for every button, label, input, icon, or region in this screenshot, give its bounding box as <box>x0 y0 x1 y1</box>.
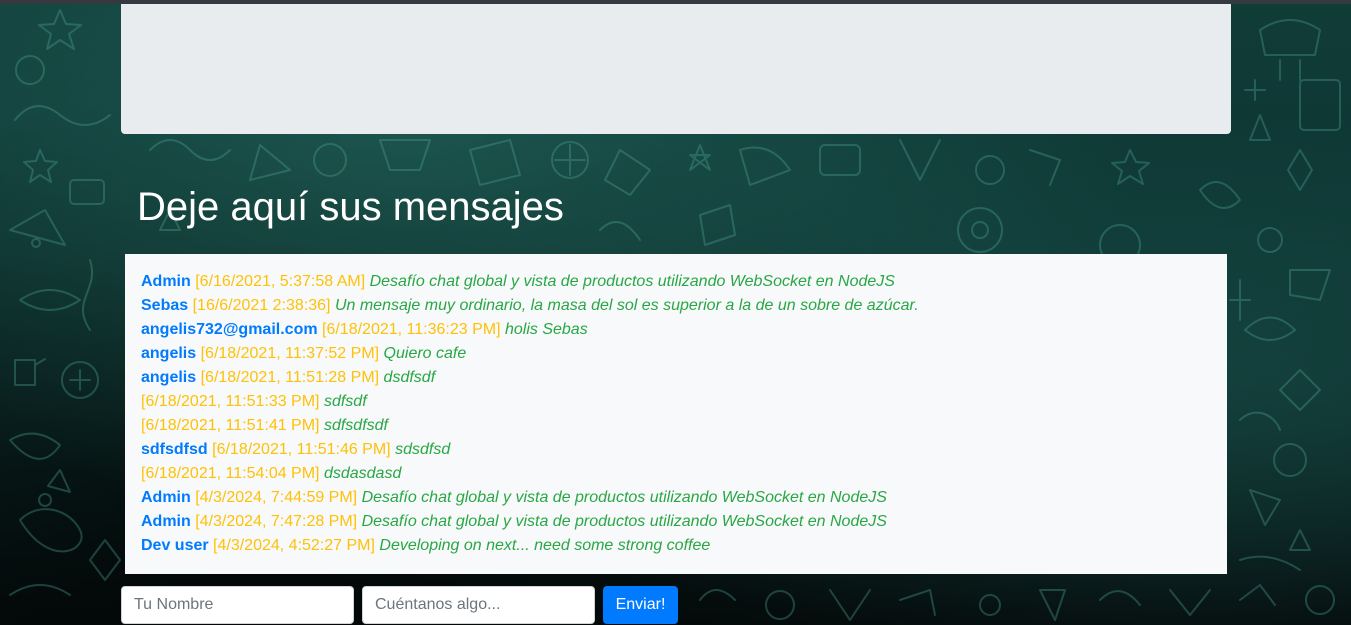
message-text: dsdasdasd <box>323 465 402 482</box>
message-author: Admin <box>141 513 191 530</box>
chat-messages-panel: Admin [6/16/2021, 5:37:58 AM] Desafío ch… <box>125 254 1227 574</box>
message-text: sdfsdfsdf <box>323 417 388 434</box>
message-timestamp: [6/18/2021, 11:51:33 PM] <box>141 393 320 410</box>
message-text: Desafío chat global y vista de productos… <box>369 273 895 290</box>
message-author: sdfsdfsd <box>141 441 208 458</box>
message-author: angelis <box>141 369 197 386</box>
message-timestamp: [6/18/2021, 11:51:46 PM] <box>212 441 391 458</box>
message-text: Un mensaje muy ordinario, la masa del so… <box>334 297 919 314</box>
chat-message: sdfsdfsd [6/18/2021, 11:51:46 PM] sdsdfs… <box>141 438 1211 462</box>
message-text: holis Sebas <box>504 321 588 338</box>
message-author: Sebas <box>141 297 189 314</box>
message-text: Desafío chat global y vista de productos… <box>361 489 887 506</box>
chat-message: angelis [6/18/2021, 11:37:52 PM] Quiero … <box>141 342 1211 366</box>
chat-message: Sebas [16/6/2021 2:38:36] Un mensaje muy… <box>141 294 1211 318</box>
message-text: sdfsdf <box>323 393 367 410</box>
name-input[interactable] <box>121 586 354 624</box>
message-author: Admin <box>141 489 191 506</box>
chat-message: [6/18/2021, 11:54:04 PM] dsdasdasd <box>141 462 1211 486</box>
send-button[interactable]: Enviar! <box>603 586 678 624</box>
header-jumbotron <box>121 4 1231 134</box>
chat-message: angelis [6/18/2021, 11:51:28 PM] dsdfsdf <box>141 366 1211 390</box>
chat-message: Dev user [4/3/2024, 4:52:27 PM] Developi… <box>141 534 1211 558</box>
message-author: Dev user <box>141 537 209 554</box>
message-timestamp: [6/16/2021, 5:37:58 AM] <box>195 273 366 290</box>
message-timestamp: [6/18/2021, 11:36:23 PM] <box>322 321 501 338</box>
message-timestamp: [4/3/2024, 4:52:27 PM] <box>213 537 375 554</box>
chat-section-title: Deje aquí sus mensajes <box>137 185 564 229</box>
message-timestamp: [6/18/2021, 11:54:04 PM] <box>141 465 320 482</box>
message-timestamp: [6/18/2021, 11:37:52 PM] <box>200 345 380 362</box>
message-timestamp: [6/18/2021, 11:51:28 PM] <box>200 369 380 386</box>
message-text: Quiero cafe <box>383 345 467 362</box>
message-text: sdsdfsd <box>395 441 451 458</box>
message-author: Admin <box>141 273 191 290</box>
chat-message: angelis732@gmail.com [6/18/2021, 11:36:2… <box>141 318 1211 342</box>
message-author: angelis732@gmail.com <box>141 321 318 338</box>
message-timestamp: [4/3/2024, 7:47:28 PM] <box>195 513 358 530</box>
chat-message: Admin [4/3/2024, 7:47:28 PM] Desafío cha… <box>141 510 1211 534</box>
message-text: Desafío chat global y vista de productos… <box>361 513 887 530</box>
message-timestamp: [16/6/2021 2:38:36] <box>192 297 331 314</box>
chat-message: Admin [4/3/2024, 7:44:59 PM] Desafío cha… <box>141 486 1211 510</box>
message-timestamp: [4/3/2024, 7:44:59 PM] <box>195 489 358 506</box>
chat-message: Admin [6/16/2021, 5:37:58 AM] Desafío ch… <box>141 270 1211 294</box>
message-text: Developing on next... need some strong c… <box>379 537 711 554</box>
message-input[interactable] <box>362 586 595 624</box>
message-timestamp: [6/18/2021, 11:51:41 PM] <box>141 417 320 434</box>
message-author: angelis <box>141 345 197 362</box>
chat-message: [6/18/2021, 11:51:41 PM] sdfsdfsdf <box>141 414 1211 438</box>
chat-message: [6/18/2021, 11:51:33 PM] sdfsdf <box>141 390 1211 414</box>
message-text: dsdfsdf <box>383 369 436 386</box>
